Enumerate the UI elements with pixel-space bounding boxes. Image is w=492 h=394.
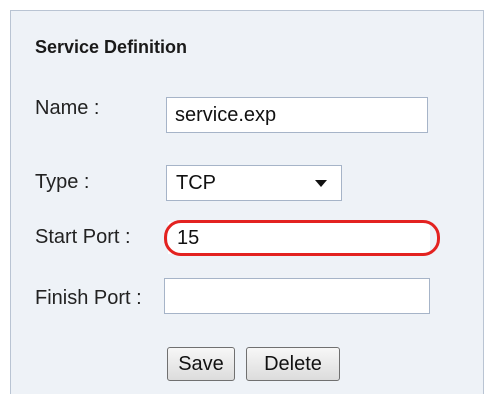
delete-button[interactable]: Delete: [246, 347, 340, 381]
type-label: Type :: [35, 171, 90, 193]
type-select-value: TCP: [176, 172, 216, 194]
finish-port-input[interactable]: [164, 278, 430, 314]
start-port-label: Start Port :: [35, 226, 131, 248]
save-button[interactable]: Save: [167, 347, 235, 381]
name-label: Name :: [35, 97, 100, 119]
service-definition-panel: Service Definition Name : Type : TCP Sta…: [10, 10, 484, 394]
start-port-input[interactable]: [168, 222, 430, 254]
type-select[interactable]: TCP: [166, 165, 342, 201]
name-input[interactable]: [166, 97, 428, 133]
chevron-down-icon: [315, 180, 327, 187]
section-title: Service Definition: [35, 37, 188, 57]
finish-port-label: Finish Port :: [35, 287, 142, 309]
